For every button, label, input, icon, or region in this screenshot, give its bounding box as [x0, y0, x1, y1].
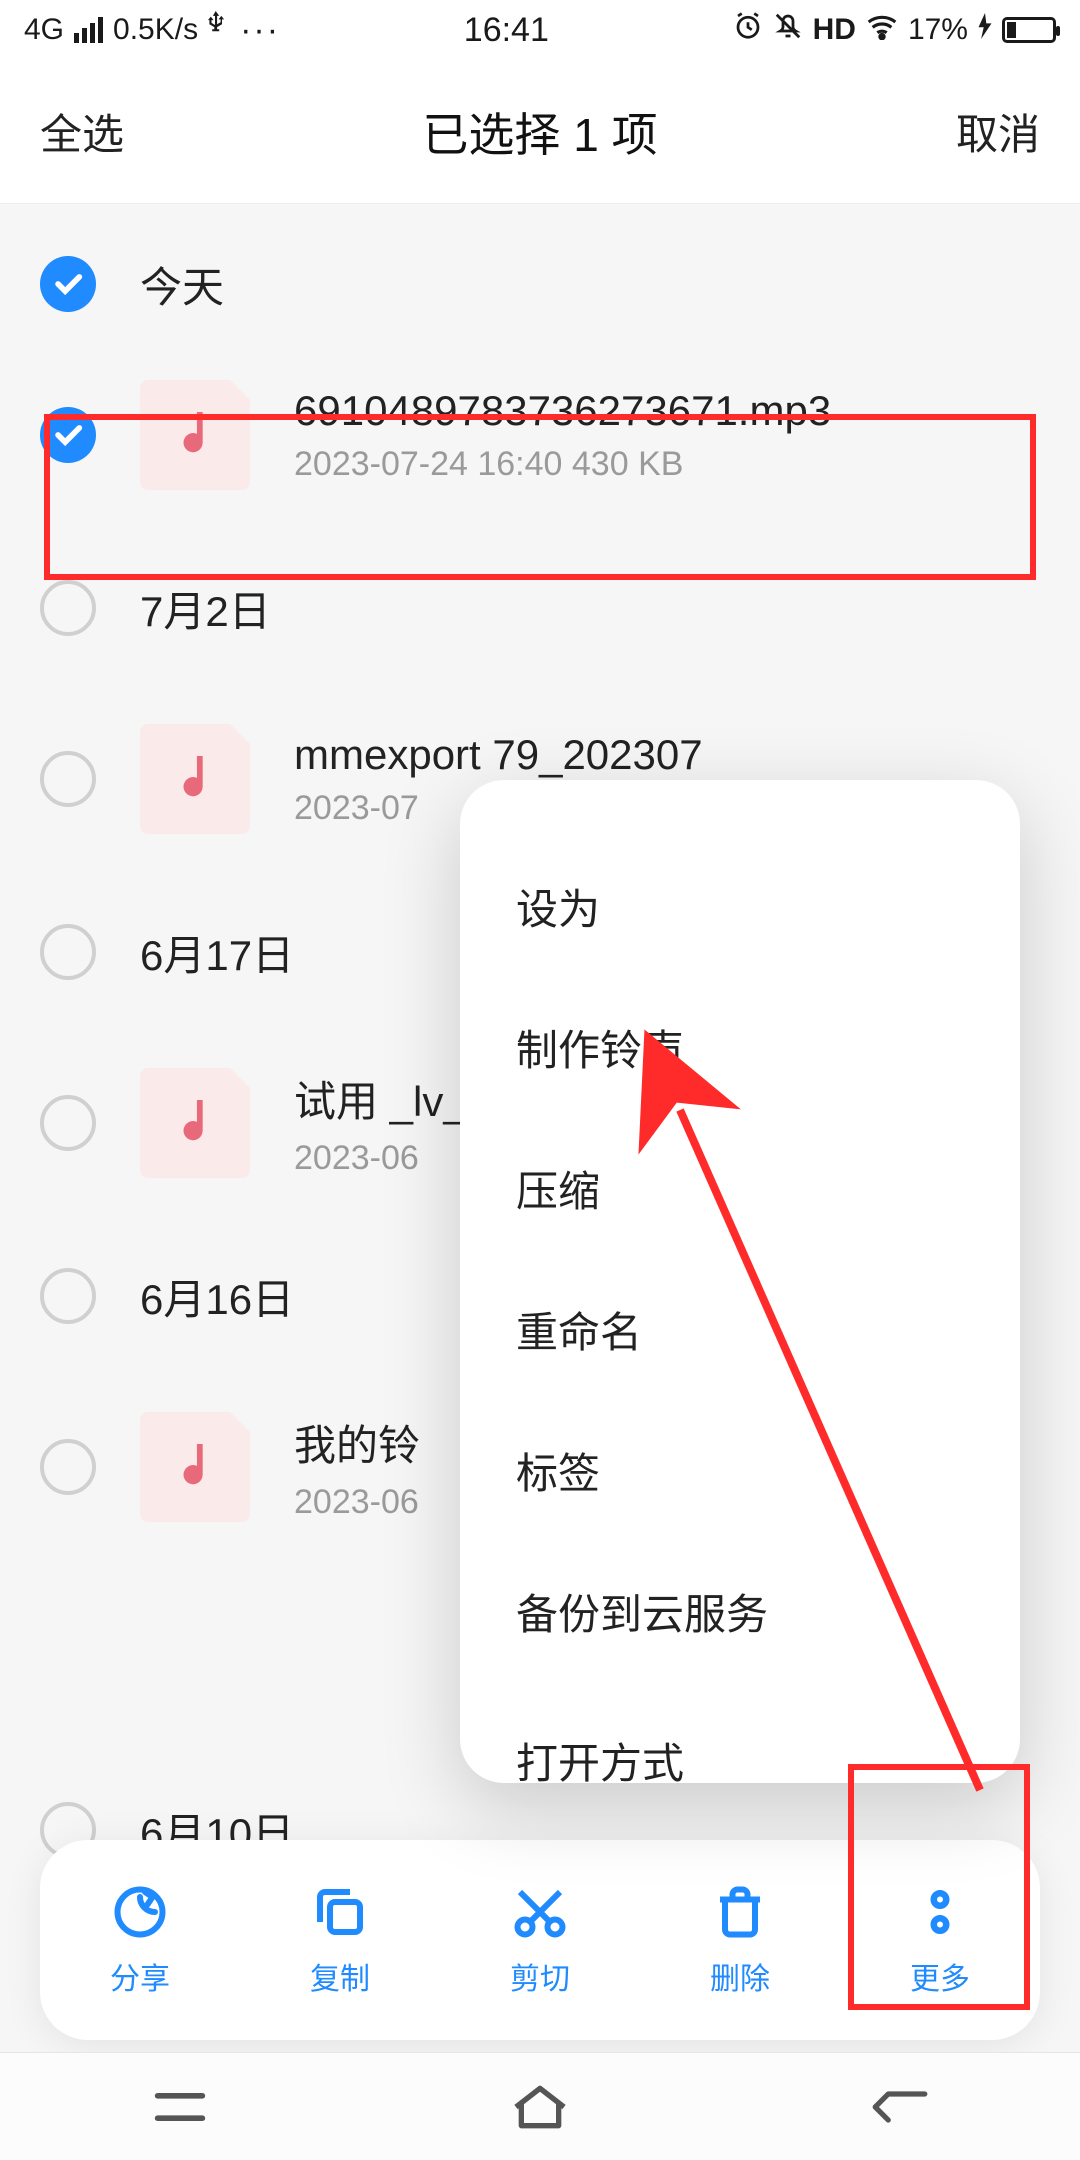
nav-recent-button[interactable] — [145, 2082, 215, 2132]
battery-icon — [1002, 17, 1056, 43]
delete-button[interactable]: 删除 — [710, 1882, 770, 1998]
file-checkbox[interactable] — [40, 751, 96, 807]
more-button[interactable]: 更多 — [910, 1882, 970, 1998]
section-label: 6月17日 — [140, 922, 294, 983]
section-checkbox[interactable] — [40, 1268, 96, 1324]
file-checkbox[interactable] — [40, 1439, 96, 1495]
section-checkbox[interactable] — [40, 924, 96, 980]
share-label: 分享 — [110, 1954, 170, 1998]
nav-home-button[interactable] — [505, 2082, 575, 2132]
page-title: 已选择 1 项 — [422, 99, 657, 165]
section-label: 今天 — [140, 254, 224, 315]
audio-file-icon — [140, 724, 250, 834]
more-menu: 设为 制作铃声 压缩 重命名 标签 备份到云服务 打开方式 — [460, 780, 1020, 1783]
audio-file-icon — [140, 1068, 250, 1178]
signal-icon — [74, 17, 103, 43]
usb-icon — [208, 11, 230, 49]
delete-label: 删除 — [710, 1954, 770, 1998]
menu-backup-cloud[interactable]: 备份到云服务 — [460, 1541, 1020, 1682]
menu-rename[interactable]: 重命名 — [460, 1259, 1020, 1400]
menu-open-with[interactable]: 打开方式 — [460, 1690, 1020, 1783]
charging-icon — [978, 13, 992, 47]
section-header[interactable]: 今天 — [0, 228, 1080, 340]
copy-button[interactable]: 复制 — [310, 1882, 370, 1998]
menu-compress[interactable]: 压缩 — [460, 1118, 1020, 1259]
section-checkbox[interactable] — [40, 580, 96, 636]
more-label: 更多 — [910, 1954, 970, 1998]
section-header[interactable]: 7月2日 — [0, 552, 1080, 664]
file-meta: 2023-07-24 16:40 430 KB — [294, 445, 1040, 484]
action-toolbar: 分享 复制 剪切 删除 更多 — [40, 1840, 1040, 2040]
status-right: HD 17% — [733, 11, 1056, 49]
file-row[interactable]: 6910489783736273671.mp3 2023-07-24 16:40… — [0, 346, 1080, 524]
file-name: 6910489783736273671.mp3 — [294, 387, 1040, 435]
file-checkbox[interactable] — [40, 407, 96, 463]
status-bar: 4G 0.5K/s ··· 16:41 HD 17% — [0, 0, 1080, 60]
audio-file-icon — [140, 380, 250, 490]
section-label: 6月16日 — [140, 1266, 294, 1327]
section-label: 7月2日 — [140, 578, 271, 639]
battery-pct: 17% — [908, 13, 968, 47]
audio-file-icon — [140, 1412, 250, 1522]
menu-tag[interactable]: 标签 — [460, 1400, 1020, 1541]
share-button[interactable]: 分享 — [110, 1882, 170, 1998]
file-name: mmexport 79_202307 — [294, 731, 1040, 779]
cut-label: 剪切 — [510, 1954, 570, 1998]
file-checkbox[interactable] — [40, 1095, 96, 1151]
nav-back-button[interactable] — [865, 2082, 935, 2132]
selection-header: 全选 已选择 1 项 取消 — [0, 60, 1080, 204]
wifi-icon — [866, 12, 898, 48]
more-dots-icon: ··· — [240, 11, 280, 50]
menu-set-as[interactable]: 设为 — [460, 836, 1020, 977]
mute-icon — [773, 11, 803, 49]
section-checkbox[interactable] — [40, 256, 96, 312]
cancel-button[interactable]: 取消 — [956, 101, 1040, 162]
select-all-button[interactable]: 全选 — [40, 101, 124, 162]
hd-label: HD — [813, 13, 856, 47]
status-time: 16:41 — [464, 11, 549, 50]
network-type: 4G — [24, 13, 64, 47]
menu-make-ringtone[interactable]: 制作铃声 — [460, 977, 1020, 1118]
system-navbar — [0, 2052, 1080, 2160]
copy-label: 复制 — [310, 1954, 370, 1998]
alarm-icon — [733, 11, 763, 49]
net-speed: 0.5K/s — [113, 13, 198, 47]
status-left: 4G 0.5K/s ··· — [24, 11, 280, 50]
cut-button[interactable]: 剪切 — [510, 1882, 570, 1998]
